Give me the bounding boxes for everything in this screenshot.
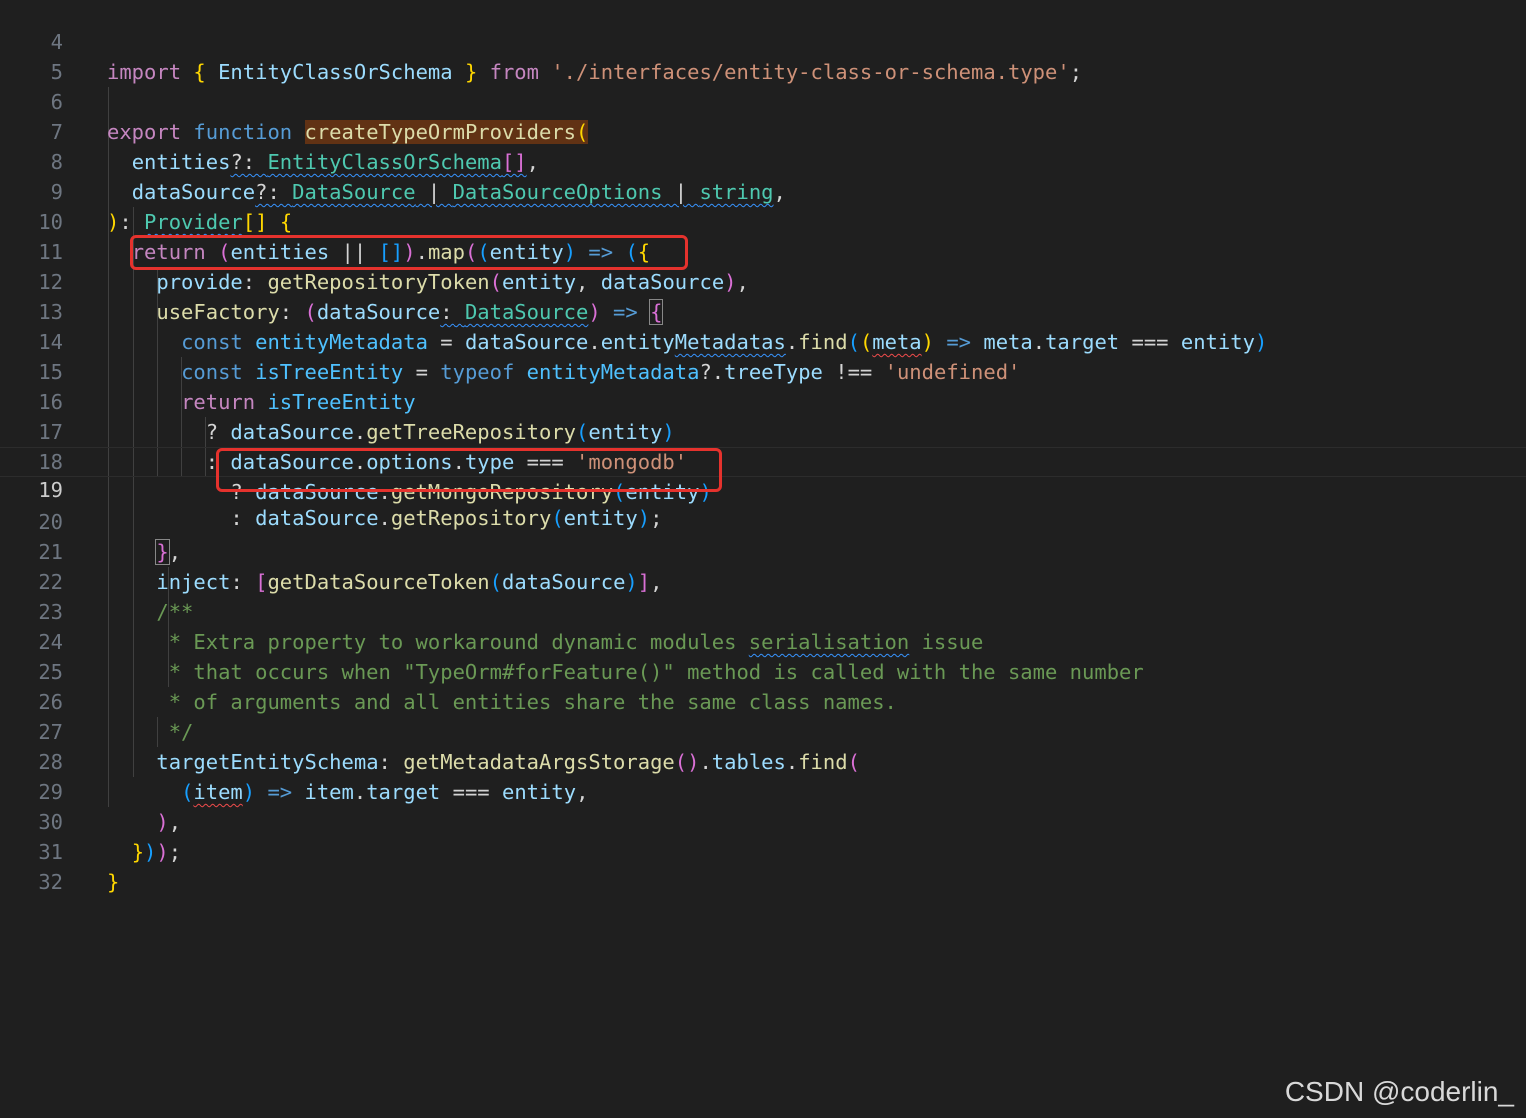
code-line[interactable]: 13 const entityMetadata = dataSource.ent… — [0, 267, 1526, 354]
code-line[interactable]: 32 — [0, 837, 1526, 894]
code-line[interactable]: 30 })); — [0, 777, 1526, 864]
code-line[interactable]: 23 * Extra property to workaround dynami… — [0, 567, 1526, 654]
line-number: 32 — [38, 870, 63, 894]
line-code: } — [107, 870, 120, 894]
code-line[interactable]: 22 /** — [0, 537, 1526, 624]
code-line[interactable]: 17 : dataSource.options.type === 'mongod… — [0, 387, 1526, 474]
code-line[interactable]: 6 export function createTypeOrmProviders… — [0, 57, 1526, 144]
code-line[interactable]: 27 targetEntitySchema: getMetadataArgsSt… — [0, 687, 1526, 774]
code-line[interactable]: 29 ), — [0, 747, 1526, 834]
code-line[interactable]: 25 * of arguments and all entities share… — [0, 627, 1526, 714]
code-line[interactable]: 8 dataSource?: DataSource | DataSourceOp… — [0, 117, 1526, 204]
code-editor[interactable]: 4 import { EntityClassOrSchema } from '.… — [0, 0, 1526, 1118]
code-line[interactable]: 14 const isTreeEntity = typeof entityMet… — [0, 297, 1526, 384]
code-line[interactable]: 9 ): Provider[] { — [0, 147, 1526, 234]
code-line[interactable]: 16 ? dataSource.getTreeRepository(entity… — [0, 357, 1526, 444]
code-line[interactable]: 26 */ — [0, 657, 1526, 744]
annotation-box-getrepository — [216, 448, 722, 492]
code-line[interactable]: 7 entities?: EntityClassOrSchema[], — [0, 87, 1526, 174]
code-line[interactable]: 24 * that occurs when "TypeOrm#forFeatur… — [0, 597, 1526, 684]
code-line[interactable]: 28 (item) => item.target === entity, — [0, 717, 1526, 804]
code-line[interactable]: 10 return (entities || []).map((entity) … — [0, 177, 1526, 264]
code-line[interactable]: 5 — [0, 27, 1526, 84]
annotation-box-usefactory — [130, 235, 688, 270]
watermark: CSDN @coderlin_ — [1284, 1076, 1514, 1107]
code-line[interactable]: 21 inject: [getDataSourceToken(dataSourc… — [0, 507, 1526, 594]
code-line[interactable]: 31 } — [0, 807, 1526, 894]
code-line[interactable]: 18 ? dataSource.getMongoRepository(entit… — [0, 417, 1526, 504]
code-line[interactable]: 15 return isTreeEntity — [0, 327, 1526, 414]
code-line[interactable]: 11 provide: getRepositoryToken(entity, d… — [0, 207, 1526, 294]
code-line[interactable]: 4 import { EntityClassOrSchema } from '.… — [0, 0, 1526, 84]
